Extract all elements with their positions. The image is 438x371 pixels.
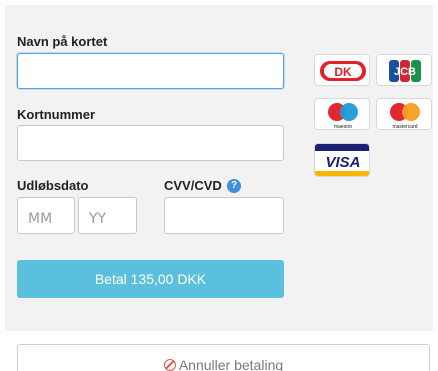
dankort-logo: DK: [314, 54, 370, 86]
expiry-label: Udløbsdato: [17, 178, 89, 193]
card-number-input[interactable]: [17, 125, 284, 161]
expiry-month-placeholder: MM: [28, 211, 53, 227]
help-icon[interactable]: ?: [227, 179, 241, 193]
expiry-month-input[interactable]: MM: [17, 197, 75, 234]
svg-text:mastercard: mastercard: [392, 124, 417, 130]
expiry-year-placeholder: YY: [89, 211, 107, 227]
jcb-logo: JCB: [376, 54, 432, 86]
svg-text:DK: DK: [334, 65, 352, 79]
card-name-input[interactable]: [17, 53, 284, 89]
visa-icon: VISA: [315, 144, 369, 176]
svg-text:VISA: VISA: [325, 154, 360, 171]
expiry-year-input[interactable]: YY: [78, 197, 137, 234]
cvv-label: CVV/CVD: [164, 178, 222, 193]
card-name-label: Navn på kortet: [17, 34, 108, 49]
cvv-input[interactable]: [164, 197, 284, 234]
visa-logo: VISA: [314, 143, 370, 177]
cancel-label: Annuller betaling: [178, 357, 284, 371]
jcb-icon: JCB: [389, 60, 421, 82]
dankort-icon: DK: [320, 61, 366, 81]
svg-text:JCB: JCB: [394, 66, 416, 78]
mastercard-icon: mastercard: [390, 103, 420, 130]
pay-button[interactable]: Betal 135,00 DKK: [17, 260, 284, 298]
maestro-logo: maestro: [314, 98, 370, 130]
cancel-payment-button[interactable]: Annuller betaling: [17, 344, 430, 371]
mastercard-logo: mastercard: [376, 98, 432, 130]
card-number-label: Kortnummer: [17, 107, 96, 122]
svg-text:maestro: maestro: [334, 124, 352, 130]
cancel-icon: [163, 359, 176, 371]
maestro-icon: maestro: [328, 103, 358, 130]
